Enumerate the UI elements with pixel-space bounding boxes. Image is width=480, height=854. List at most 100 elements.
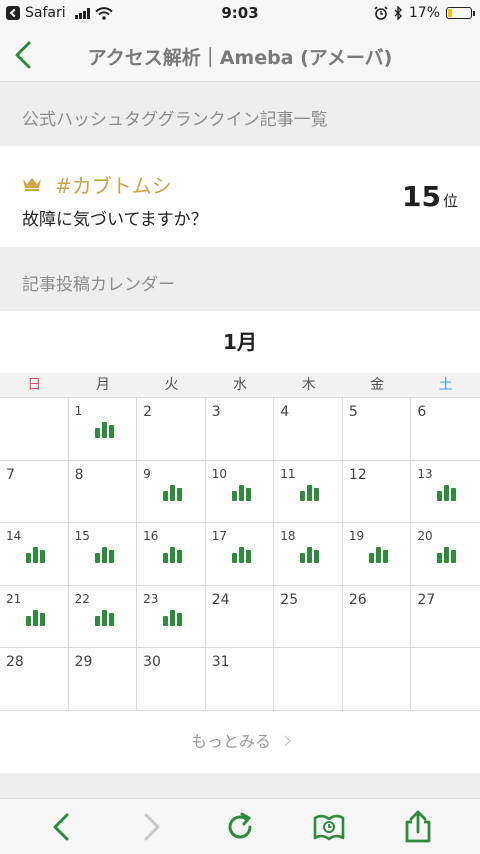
back-icon[interactable] xyxy=(44,809,80,845)
calendar-section-header: 記事投稿カレンダー xyxy=(0,247,480,311)
rank-number: 15 xyxy=(402,180,441,213)
calendar-day-11[interactable]: 11 xyxy=(274,460,343,524)
day-number: 13 xyxy=(417,466,433,481)
hashtag-label: #カブトムシ xyxy=(55,174,172,198)
post-bars-icon xyxy=(94,418,114,438)
calendar-day-4[interactable]: 4 xyxy=(274,398,343,461)
day-number: 5 xyxy=(348,404,358,420)
day-number: 22 xyxy=(74,591,90,606)
weekday-label: 土 xyxy=(438,377,453,393)
day-number: 25 xyxy=(280,591,299,608)
bluetooth-icon xyxy=(394,6,402,20)
day-number: 20 xyxy=(417,529,433,544)
calendar-empty-cell xyxy=(342,648,412,711)
post-bars-icon xyxy=(163,606,183,626)
calendar-day-12[interactable]: 12 xyxy=(342,460,412,524)
day-number: 21 xyxy=(6,591,22,606)
calendar-day-26[interactable]: 26 xyxy=(342,585,412,649)
spacer xyxy=(0,773,480,798)
post-bars-icon xyxy=(437,543,457,564)
weekday-label: 水 xyxy=(233,377,248,393)
calendar-day-17[interactable]: 17 xyxy=(205,523,275,586)
more-button[interactable]: もっとみる xyxy=(0,711,480,773)
more-label: もっとみる xyxy=(190,732,271,751)
reload-icon[interactable] xyxy=(222,809,258,845)
calendar-day-30[interactable]: 30 xyxy=(137,648,206,711)
calendar-day-1[interactable]: 1 xyxy=(68,398,138,461)
day-number: 4 xyxy=(280,404,290,420)
page-title: アクセス解析｜Ameba (アメーバ) xyxy=(87,47,393,69)
battery-percent: 17% xyxy=(408,5,440,21)
calendar-day-27[interactable]: 27 xyxy=(411,586,480,649)
status-right: 17% xyxy=(374,5,475,21)
day-number: 30 xyxy=(143,654,161,671)
post-bars-icon xyxy=(94,543,114,564)
day-number: 12 xyxy=(348,466,367,483)
bookmarks-icon[interactable] xyxy=(311,809,347,845)
rank-badge: 15 位 xyxy=(402,180,458,213)
day-number: 18 xyxy=(280,529,296,544)
calendar-day-9[interactable]: 9 xyxy=(137,460,206,524)
forward-icon[interactable] xyxy=(133,809,169,845)
weekday-label: 火 xyxy=(164,377,179,393)
calendar-day-2[interactable]: 2 xyxy=(137,398,206,461)
calendar-day-3[interactable]: 3 xyxy=(205,398,275,461)
day-number: 9 xyxy=(143,466,151,481)
calendar-day-10[interactable]: 10 xyxy=(205,460,275,524)
weekday-label: 日 xyxy=(27,377,42,393)
battery-level xyxy=(448,9,452,17)
calendar-day-29[interactable]: 29 xyxy=(68,648,138,711)
calendar-day-25[interactable]: 25 xyxy=(274,585,343,649)
post-bars-icon xyxy=(163,481,183,501)
day-number: 26 xyxy=(348,591,367,608)
alarm-icon xyxy=(374,6,388,20)
chevron-right-icon xyxy=(279,735,291,747)
post-bars-icon xyxy=(163,543,183,564)
calendar-day-7[interactable]: 7 xyxy=(0,460,69,524)
calendar-empty-cell xyxy=(274,648,343,711)
calendar-day-16[interactable]: 16 xyxy=(137,523,206,586)
battery-icon xyxy=(446,7,475,19)
calendar-day-18[interactable]: 18 xyxy=(274,523,343,586)
calendar-day-8[interactable]: 8 xyxy=(68,460,138,524)
calendar-day-21[interactable]: 21 xyxy=(0,585,69,649)
day-number: 29 xyxy=(74,654,93,671)
day-number: 6 xyxy=(417,404,427,420)
day-number: 8 xyxy=(74,466,84,483)
weekday-label: 金 xyxy=(370,377,385,393)
day-number: 23 xyxy=(143,591,159,606)
calendar-day-23[interactable]: 23 xyxy=(137,585,206,649)
calendar-empty-cell xyxy=(0,398,69,461)
day-number: 7 xyxy=(6,466,15,483)
calendar-day-31[interactable]: 31 xyxy=(205,648,275,711)
calendar-day-20[interactable]: 20 xyxy=(411,523,480,586)
day-number: 27 xyxy=(417,591,436,608)
post-bars-icon xyxy=(300,481,320,501)
post-bars-icon xyxy=(26,543,45,564)
calendar-day-22[interactable]: 22 xyxy=(68,585,138,649)
calendar-day-5[interactable]: 5 xyxy=(342,398,412,461)
post-bars-icon xyxy=(368,543,388,564)
day-number: 24 xyxy=(211,591,230,608)
calendar-day-14[interactable]: 14 xyxy=(0,523,69,586)
calendar-day-24[interactable]: 24 xyxy=(205,585,275,649)
calendar-day-15[interactable]: 15 xyxy=(68,523,138,586)
day-number: 1 xyxy=(74,404,83,418)
ranking-card[interactable]: #カブトムシ 故障に気づいてますか？ 15 位 xyxy=(0,146,480,246)
day-number: 28 xyxy=(6,654,24,671)
browser-toolbar xyxy=(0,798,480,854)
calendar-day-13[interactable]: 13 xyxy=(411,461,480,524)
calendar-day-6[interactable]: 6 xyxy=(411,398,480,461)
ranking-section-header: 公式ハッシュタググランクイン記事一覧 xyxy=(0,82,480,146)
calendar-day-28[interactable]: 28 xyxy=(0,648,69,711)
day-number: 3 xyxy=(211,404,221,420)
crown-icon xyxy=(23,178,41,191)
share-icon[interactable] xyxy=(400,809,436,845)
weekday-label: 木 xyxy=(301,377,316,393)
article-title: 故障に気づいてますか？ xyxy=(22,210,208,230)
calendar-day-19[interactable]: 19 xyxy=(342,523,412,586)
post-bars-icon xyxy=(231,481,251,501)
calendar-empty-cell xyxy=(411,648,480,711)
post-bars-icon xyxy=(300,543,320,564)
weekday-label: 月 xyxy=(95,377,110,393)
